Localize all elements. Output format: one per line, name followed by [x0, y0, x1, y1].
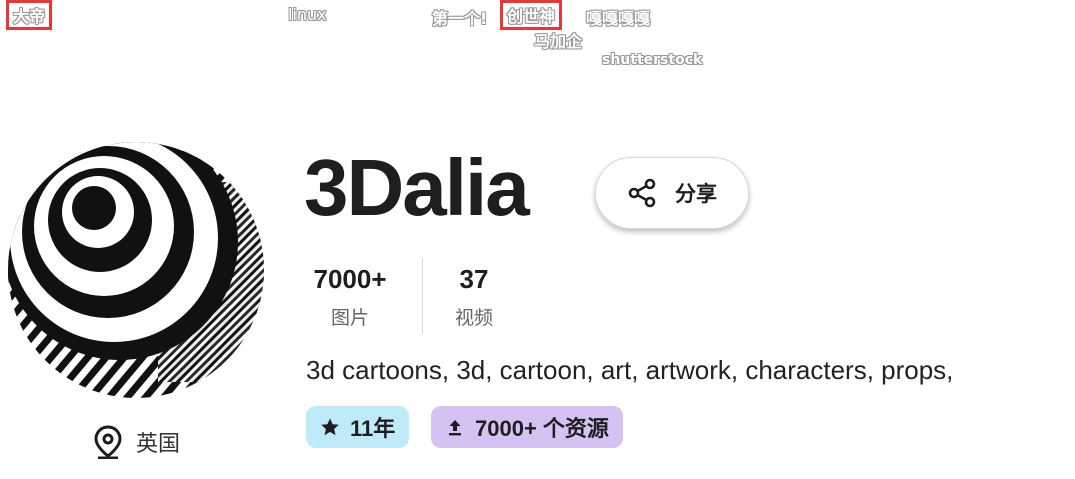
profile-tags: 3d cartoons, 3d, cartoon, art, artwork, … — [306, 355, 954, 385]
stat-images-count: 7000+ — [313, 264, 387, 294]
overlay-label-first: 第一个! — [432, 9, 488, 28]
stat-videos-count: 37 — [459, 264, 489, 294]
location-label: 英国 — [136, 431, 181, 456]
stat-videos-caption: 视频 — [454, 308, 493, 329]
overlay-label-dadi: 大帝 — [5, 0, 53, 30]
overlay-label-linux: linux — [288, 5, 327, 24]
overlay-label-majiaqi: 马加企 — [534, 32, 583, 51]
share-button-label: 分享 — [675, 183, 717, 206]
years-badge-label: 11年 — [350, 416, 396, 441]
avatar-optical-illusion-image — [8, 142, 264, 398]
stat-images[interactable]: 7000+ 图片 — [304, 264, 396, 330]
profile-name: 3Dalia — [304, 143, 530, 232]
stat-videos[interactable]: 37 视频 — [436, 264, 512, 330]
overlay-label-gaga: 嘎嘎嘎嘎 — [586, 9, 651, 28]
assets-badge-label: 7000+ 个资源 — [475, 416, 609, 441]
profile-location: 英国 — [94, 425, 180, 459]
map-pin-icon — [94, 425, 122, 459]
years-badge: 11年 — [306, 406, 410, 448]
share-button[interactable]: 分享 — [595, 157, 749, 229]
stat-images-caption: 图片 — [330, 308, 369, 329]
overlay-label-shutterstock: shutterstock — [602, 52, 703, 68]
share-icon — [628, 178, 656, 208]
star-icon — [321, 418, 339, 436]
overlay-label-creator: 创世神 — [499, 0, 563, 30]
stat-divider — [422, 258, 423, 334]
profile-avatar — [8, 142, 264, 398]
upload-icon — [449, 420, 461, 436]
assets-badge: 7000+ 个资源 — [431, 406, 623, 448]
